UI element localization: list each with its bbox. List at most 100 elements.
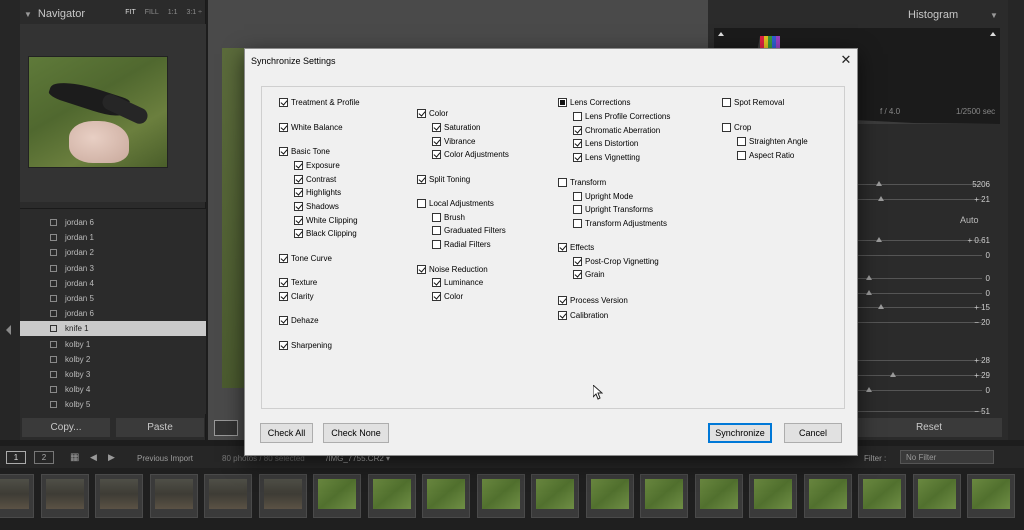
- checkbox-crop[interactable]: Crop: [722, 123, 751, 132]
- auto-tone-button[interactable]: Auto: [960, 215, 979, 225]
- checkbox-color-adjustments[interactable]: Color Adjustments: [432, 150, 509, 159]
- checkbox-transform-adjustments[interactable]: Transform Adjustments: [573, 219, 667, 228]
- checkbox-box[interactable]: [573, 126, 582, 135]
- checkbox-grain[interactable]: Grain: [573, 270, 605, 279]
- checkbox-box[interactable]: [432, 226, 441, 235]
- slider-value[interactable]: + 0.61: [968, 236, 990, 245]
- checkbox-box[interactable]: [573, 219, 582, 228]
- filmstrip-thumbnail[interactable]: [40, 474, 89, 518]
- checkbox-upright-transforms[interactable]: Upright Transforms: [573, 205, 653, 214]
- checkbox-texture[interactable]: Texture: [279, 278, 317, 287]
- checkbox-box[interactable]: [279, 292, 288, 301]
- checkbox-box[interactable]: [417, 175, 426, 184]
- checkbox-treatment-and-profile[interactable]: Treatment & Profile: [279, 98, 360, 107]
- checkbox-aspect-ratio[interactable]: Aspect Ratio: [737, 151, 794, 160]
- slider-thumb[interactable]: [876, 181, 882, 186]
- checkbox-color[interactable]: Color: [417, 109, 448, 118]
- checkbox-effects[interactable]: Effects: [558, 243, 594, 252]
- slider-track[interactable]: [858, 293, 982, 294]
- filmstrip-thumbnail[interactable]: [858, 474, 906, 518]
- checkbox-upright-mode[interactable]: Upright Mode: [573, 192, 633, 201]
- main-window-button[interactable]: 1: [6, 451, 26, 464]
- checkbox-contrast[interactable]: Contrast: [294, 175, 336, 184]
- slider-track[interactable]: [858, 411, 982, 412]
- checkbox-noise-reduction[interactable]: Noise Reduction: [417, 265, 488, 274]
- checkbox-process-version[interactable]: Process Version: [558, 296, 628, 305]
- slider-track[interactable]: [858, 278, 982, 279]
- filmstrip-thumbnail[interactable]: [694, 474, 743, 518]
- checkbox-lens-vignetting[interactable]: Lens Vignetting: [573, 153, 640, 162]
- checkbox-box[interactable]: [722, 98, 731, 107]
- filmstrip-thumbnail[interactable]: [95, 474, 143, 518]
- slider-track[interactable]: [858, 322, 982, 323]
- filmstrip-thumbnail[interactable]: [204, 474, 252, 518]
- folder-item[interactable]: kolby 1: [20, 337, 206, 352]
- checkbox-box[interactable]: [573, 112, 582, 121]
- slider-thumb[interactable]: [876, 237, 882, 242]
- folder-item[interactable]: jordan 6: [20, 306, 206, 321]
- paste-button[interactable]: Paste: [116, 418, 204, 437]
- checkbox-box[interactable]: [573, 139, 582, 148]
- slider-thumb[interactable]: [866, 387, 872, 392]
- loupe-view-icon[interactable]: [214, 420, 238, 436]
- checkbox-white-clipping[interactable]: White Clipping: [294, 216, 358, 225]
- filmstrip-thumbnail[interactable]: [149, 474, 198, 518]
- zoom-1-1[interactable]: 1:1: [168, 9, 178, 16]
- filmstrip-thumbnail[interactable]: [585, 474, 634, 518]
- filter-select[interactable]: No Filter: [900, 450, 994, 464]
- checkbox-box[interactable]: [558, 243, 567, 252]
- checkbox-saturation[interactable]: Saturation: [432, 123, 480, 132]
- checkbox-exposure[interactable]: Exposure: [294, 161, 340, 170]
- check-all-button[interactable]: Check All: [260, 423, 313, 443]
- left-panel-edge[interactable]: [0, 0, 20, 440]
- filmstrip-thumbnail[interactable]: [367, 474, 416, 518]
- copy-button[interactable]: Copy...: [22, 418, 110, 437]
- checkbox-box[interactable]: [432, 292, 441, 301]
- filmstrip-thumbnail[interactable]: [258, 474, 307, 518]
- checkbox-tone-curve[interactable]: Tone Curve: [279, 254, 332, 263]
- checkbox-local-adjustments[interactable]: Local Adjustments: [417, 199, 494, 208]
- filmstrip-thumbnail[interactable]: [640, 474, 688, 518]
- slider-track[interactable]: [858, 360, 982, 361]
- cancel-button[interactable]: Cancel: [784, 423, 842, 443]
- zoom-3-1[interactable]: 3:1 ÷: [186, 9, 202, 16]
- checkbox-box[interactable]: [573, 205, 582, 214]
- collapse-triangle-icon[interactable]: ▼: [24, 10, 32, 19]
- folder-item[interactable]: kolby 2: [20, 352, 206, 367]
- checkbox-box[interactable]: [294, 188, 303, 197]
- slider-value[interactable]: 0: [986, 274, 990, 283]
- slider-thumb[interactable]: [878, 196, 884, 201]
- slider-value[interactable]: + 28: [974, 356, 990, 365]
- checkbox-box[interactable]: [432, 278, 441, 287]
- slider-thumb[interactable]: [866, 290, 872, 295]
- checkbox-calibration[interactable]: Calibration: [558, 311, 608, 320]
- collapse-left-icon[interactable]: [6, 325, 11, 335]
- navigator-image[interactable]: [28, 56, 168, 168]
- folder-item[interactable]: jordan 1: [20, 230, 206, 245]
- checkbox-box[interactable]: [737, 137, 746, 146]
- slider-track[interactable]: [858, 255, 982, 256]
- forward-arrow-icon[interactable]: ▶: [108, 452, 115, 463]
- checkbox-white-balance[interactable]: White Balance: [279, 123, 343, 132]
- checkbox-box[interactable]: [279, 98, 288, 107]
- checkbox-box[interactable]: [294, 229, 303, 238]
- checkbox-sharpening[interactable]: Sharpening: [279, 341, 332, 350]
- folder-item[interactable]: jordan 3: [20, 261, 206, 276]
- navigator-header[interactable]: ▼ Navigator FIT FILL 1:1 3:1 ÷: [20, 4, 206, 24]
- checkbox-box[interactable]: [417, 199, 426, 208]
- checkbox-spot-removal[interactable]: Spot Removal: [722, 98, 784, 107]
- zoom-fill[interactable]: FILL: [145, 9, 159, 16]
- filmstrip-thumbnail[interactable]: [967, 474, 1015, 518]
- checkbox-color[interactable]: Color: [432, 292, 463, 301]
- checkbox-basic-tone[interactable]: Basic Tone: [279, 147, 330, 156]
- slider-value[interactable]: − 20: [974, 318, 990, 327]
- checkbox-box[interactable]: [573, 257, 582, 266]
- checkbox-box[interactable]: [417, 265, 426, 274]
- checkbox-box[interactable]: [737, 151, 746, 160]
- checkbox-post-crop-vignetting[interactable]: Post-Crop Vignetting: [573, 257, 659, 266]
- checkbox-box[interactable]: [558, 98, 567, 107]
- right-panel-edge[interactable]: [1008, 0, 1024, 440]
- back-arrow-icon[interactable]: ◀: [90, 452, 97, 463]
- filmstrip-source[interactable]: Previous Import: [137, 454, 193, 463]
- slider-value[interactable]: 0: [986, 251, 990, 260]
